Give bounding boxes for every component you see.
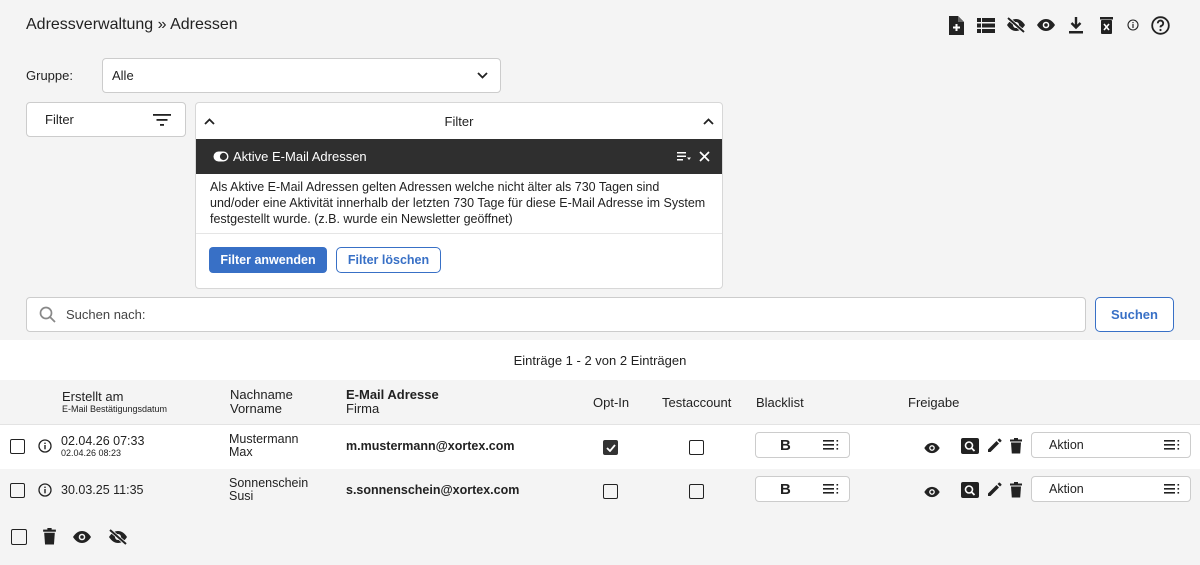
header-created-label: Erstellt am xyxy=(62,389,124,404)
download-icon[interactable] xyxy=(1066,15,1086,35)
row-created: 30.03.25 11:35 xyxy=(61,484,143,497)
filter-lines-icon xyxy=(153,113,171,126)
row-checkbox[interactable] xyxy=(10,483,25,498)
header-blacklist[interactable]: Blacklist xyxy=(756,396,804,410)
group-label: Gruppe: xyxy=(26,68,73,83)
group-select[interactable]: Alle xyxy=(102,58,501,93)
header-email[interactable]: E-Mail Adresse Firma xyxy=(346,388,439,416)
header-name[interactable]: Nachname Vorname xyxy=(230,388,293,416)
trash-icon[interactable] xyxy=(43,528,56,545)
blacklist-label: B xyxy=(780,436,791,454)
action-select[interactable]: Aktion xyxy=(1031,476,1191,502)
header-firstname: Vorname xyxy=(230,401,283,416)
filter-panel-title: Filter xyxy=(444,113,474,129)
chevron-up-icon[interactable] xyxy=(204,117,215,125)
trash-icon[interactable] xyxy=(1010,482,1022,498)
info-icon[interactable] xyxy=(38,483,52,497)
info-icon[interactable] xyxy=(1126,15,1140,35)
bulk-actions xyxy=(11,528,128,545)
close-icon[interactable] xyxy=(699,151,710,162)
search-button[interactable]: Suchen xyxy=(1095,297,1174,332)
action-select[interactable]: Aktion xyxy=(1031,432,1191,458)
eye-icon[interactable] xyxy=(923,486,941,498)
blacklist-control[interactable]: B xyxy=(755,476,850,502)
filter-panel-header: Filter xyxy=(196,103,722,139)
help-icon[interactable] xyxy=(1150,15,1170,35)
chevron-down-icon xyxy=(477,72,488,79)
active-filter-label: Aktive E-Mail Adressen xyxy=(233,149,367,164)
row-email[interactable]: s.sonnenschein@xortex.com xyxy=(346,484,519,497)
blacklist-control[interactable]: B xyxy=(755,432,850,458)
eye-off-icon[interactable] xyxy=(1006,15,1026,35)
clear-filter-button[interactable]: Filter löschen xyxy=(336,247,441,273)
filter-description: Als Aktive E-Mail Adressen gelten Adress… xyxy=(196,174,722,234)
row-email[interactable]: m.mustermann@xortex.com xyxy=(346,440,515,453)
eye-icon[interactable] xyxy=(72,530,92,544)
search-icon xyxy=(39,306,56,323)
preview-search-icon[interactable] xyxy=(961,438,979,454)
edit-icon[interactable] xyxy=(987,438,1002,453)
list-menu-icon xyxy=(1164,440,1180,450)
action-label: Aktion xyxy=(1049,481,1084,496)
filter-toggle-label: Filter xyxy=(45,112,74,127)
toolbar xyxy=(946,14,1170,36)
table-row: 30.03.25 11:35 Sonnenschein Susi s.sonne… xyxy=(0,469,1200,513)
row-checkbox[interactable] xyxy=(10,439,25,454)
row-created: 02.04.26 07:33 02.04.26 08:23 xyxy=(61,435,144,459)
table-row: 02.04.26 07:33 02.04.26 08:23 Mustermann… xyxy=(0,425,1200,469)
row-firstname: Susi xyxy=(229,489,254,503)
header-created[interactable]: Erstellt am E-Mail Bestätigungsdatum xyxy=(62,390,167,415)
row-name: Mustermann Max xyxy=(229,433,298,459)
optin-checkbox[interactable] xyxy=(603,484,618,499)
row-confirmed-date: 02.04.26 08:23 xyxy=(61,448,122,458)
header-email-label: E-Mail Adresse xyxy=(346,387,439,402)
list-menu-icon xyxy=(823,440,839,450)
testaccount-checkbox[interactable] xyxy=(689,484,704,499)
page-title: Adressverwaltung » Adressen xyxy=(26,16,238,33)
chevron-up-icon[interactable] xyxy=(703,117,714,125)
header-testaccount[interactable]: Testaccount xyxy=(662,396,731,410)
row-firstname: Max xyxy=(229,445,253,459)
row-created-date: 30.03.25 11:35 xyxy=(61,483,144,497)
optin-checkbox[interactable] xyxy=(603,440,618,455)
row-created-date: 02.04.26 07:33 xyxy=(61,434,145,448)
edit-icon[interactable] xyxy=(987,482,1002,497)
header-company: Firma xyxy=(346,401,380,416)
header-release[interactable]: Freigabe xyxy=(908,396,959,410)
action-label: Aktion xyxy=(1049,437,1084,452)
header-optin[interactable]: Opt-In xyxy=(593,396,629,410)
header-lastname: Nachname xyxy=(230,387,293,402)
group-select-value: Alle xyxy=(112,68,134,83)
trash-icon[interactable] xyxy=(1010,438,1022,454)
entries-info: Einträge 1 - 2 von 2 Einträgen xyxy=(513,353,687,368)
select-all-checkbox[interactable] xyxy=(11,528,27,545)
search-box xyxy=(26,297,1086,332)
eye-icon[interactable] xyxy=(1036,15,1056,35)
active-filter-bar: Aktive E-Mail Adressen xyxy=(196,139,722,174)
search-input[interactable] xyxy=(66,307,966,322)
blacklist-label: B xyxy=(780,480,791,498)
preview-search-icon[interactable] xyxy=(961,482,979,498)
list-icon[interactable] xyxy=(976,15,996,35)
apply-filter-button[interactable]: Filter anwenden xyxy=(209,247,327,273)
eye-icon[interactable] xyxy=(923,442,941,454)
info-icon[interactable] xyxy=(38,439,52,453)
delete-box-icon[interactable] xyxy=(1096,15,1116,35)
filter-toggle-button[interactable]: Filter xyxy=(26,102,186,137)
toggle-icon[interactable] xyxy=(213,151,229,162)
testaccount-checkbox[interactable] xyxy=(689,440,704,455)
playlist-add-icon[interactable] xyxy=(677,151,691,162)
header-created-sub: E-Mail Bestätigungsdatum xyxy=(62,404,168,414)
eye-off-icon[interactable] xyxy=(108,528,128,545)
add-file-icon[interactable] xyxy=(946,15,966,35)
row-name: Sonnenschein Susi xyxy=(229,477,308,503)
list-menu-icon xyxy=(1164,484,1180,494)
filter-panel: Filter Aktive E-Mail Adressen Als Aktive… xyxy=(195,102,723,289)
list-menu-icon xyxy=(823,484,839,494)
table-header: Erstellt am E-Mail Bestätigungsdatum Nac… xyxy=(0,380,1200,425)
